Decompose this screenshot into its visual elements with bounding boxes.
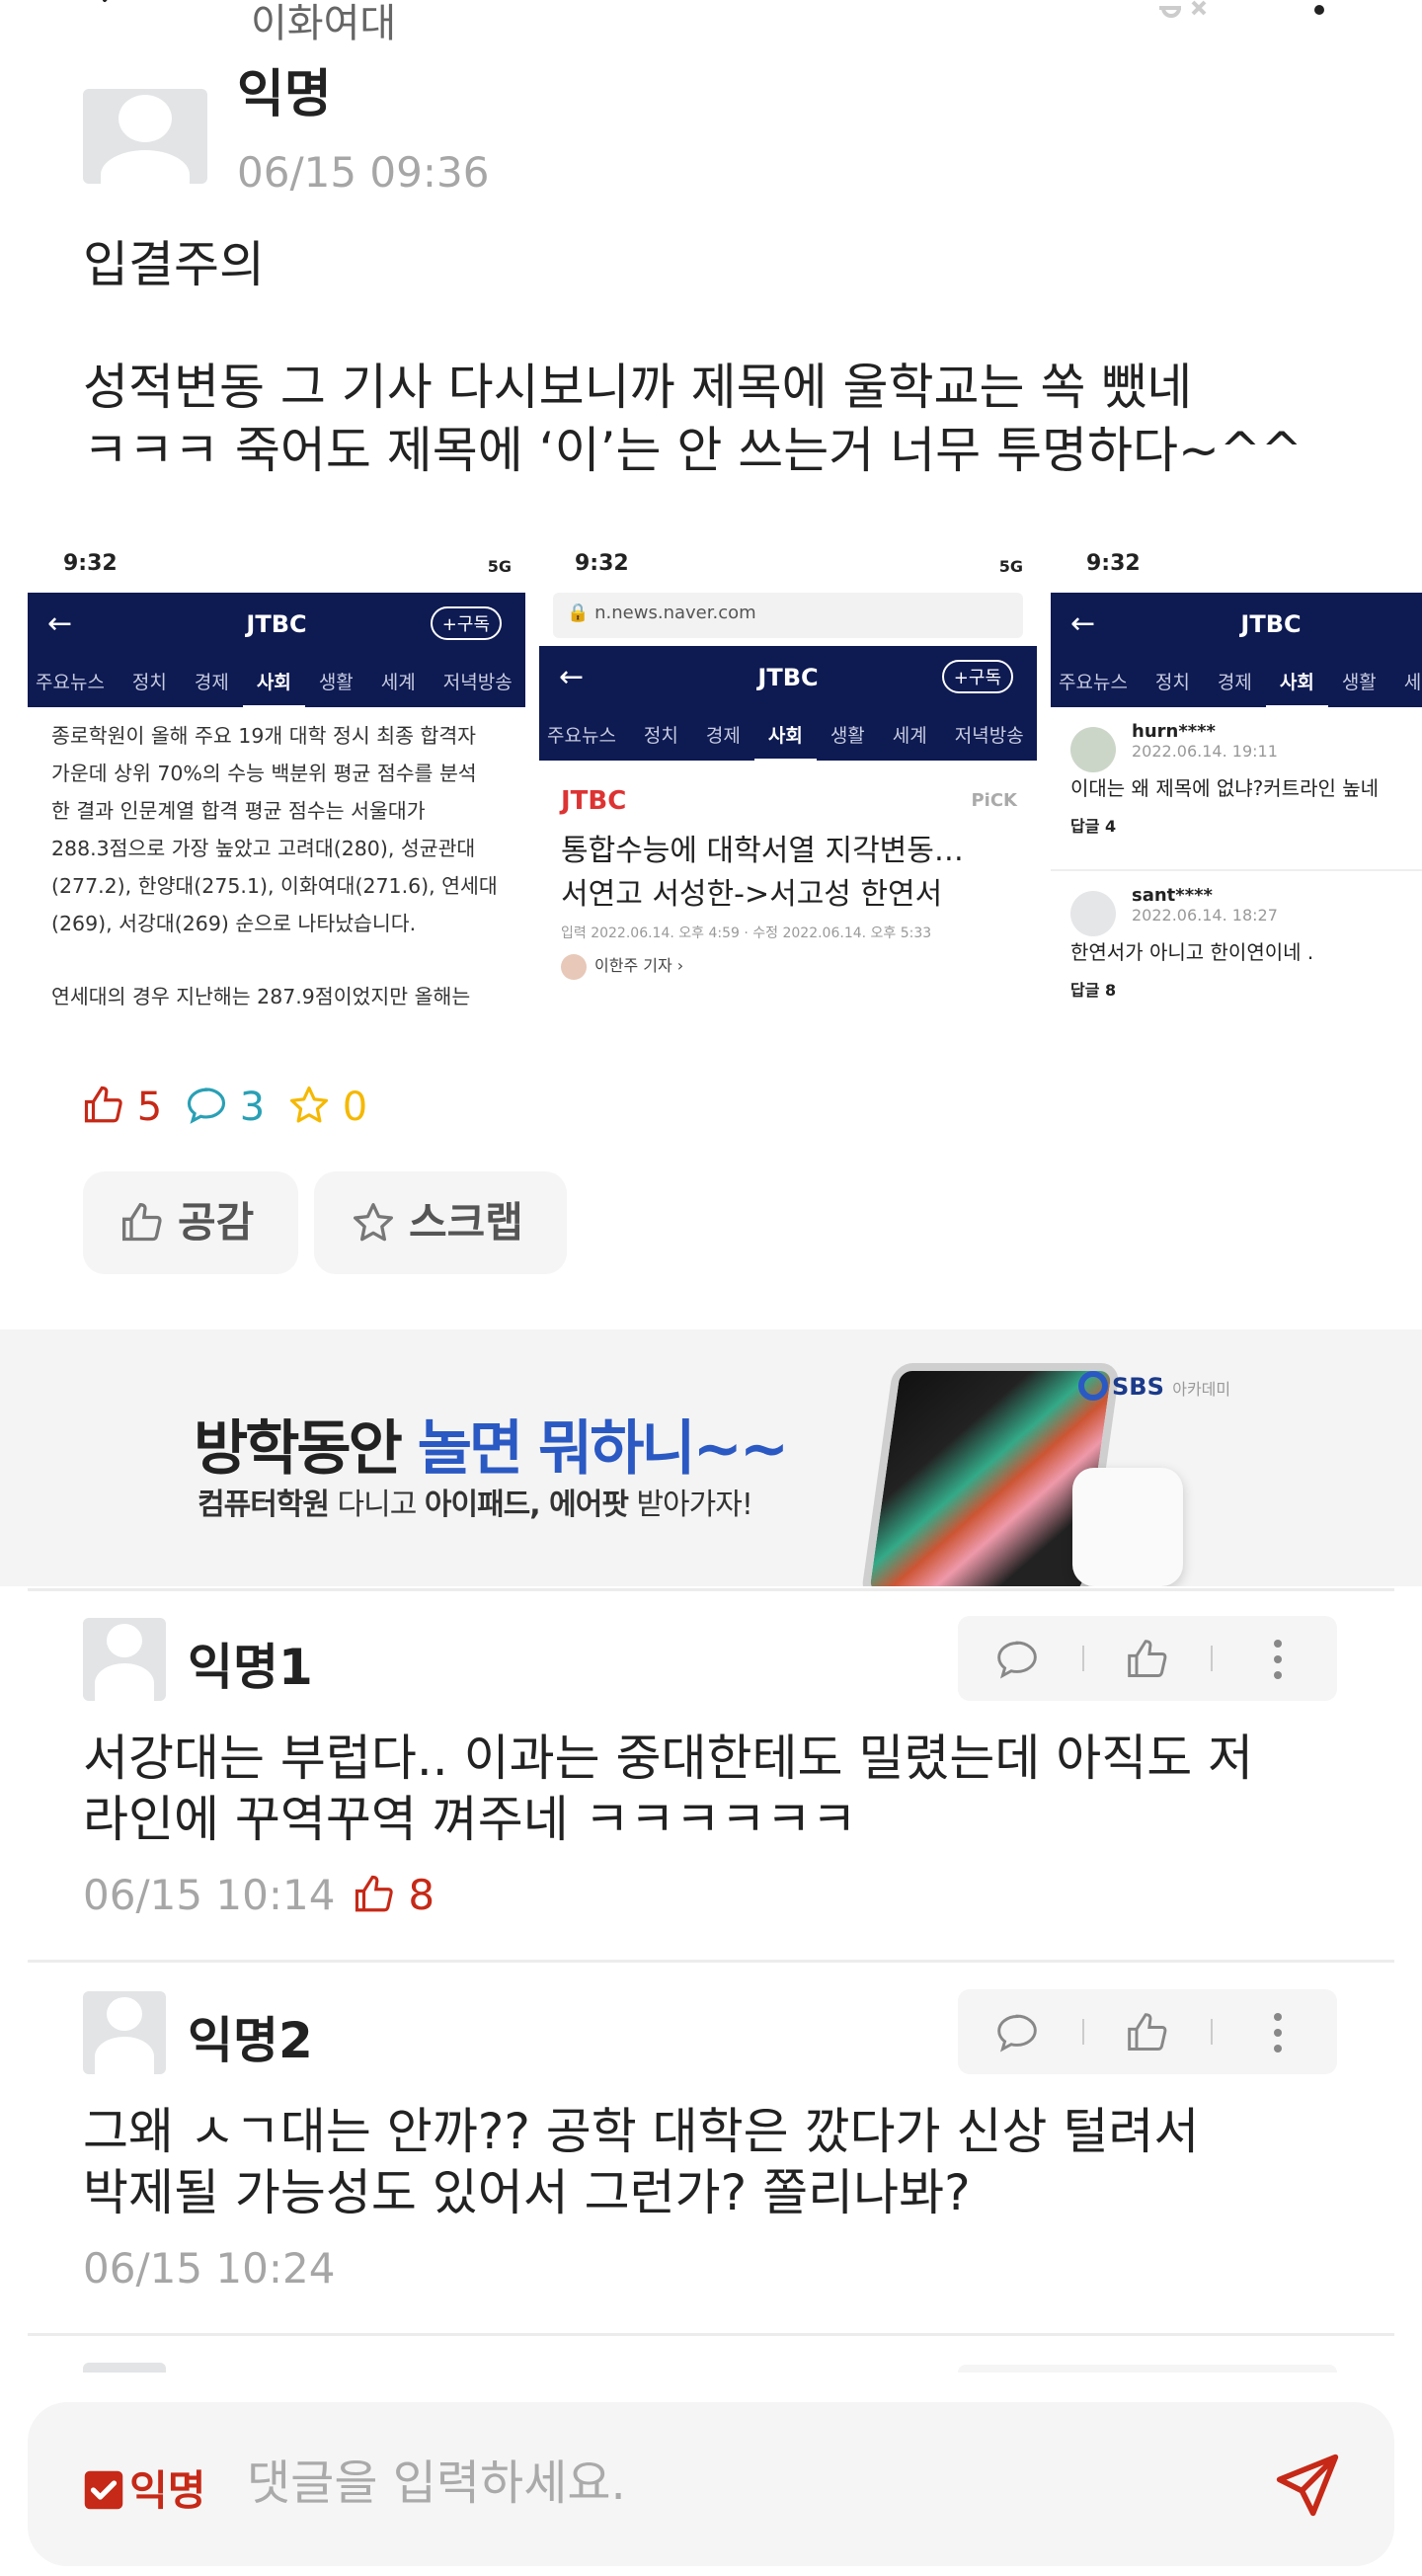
checkbox-checked-icon [84, 2470, 123, 2510]
top-bar: 이화여대 [0, 0, 1422, 89]
comment-like-count: 8 [354, 1871, 434, 1919]
more-vertical-icon[interactable] [1272, 1638, 1284, 1681]
post-author: 익명 [237, 65, 332, 124]
scrap-count: 0 [288, 1085, 367, 1130]
speech-bubble-icon [187, 1087, 226, 1124]
comment-avatar [83, 1618, 166, 1701]
post-title: 입결주의 [83, 236, 265, 293]
commenter-avatar [1070, 891, 1116, 936]
comment-text-line: 라인에 꾸역꾸역 껴주네 ㅋㅋㅋㅋㅋㅋ [83, 1791, 857, 1848]
back-arrow-icon[interactable] [91, 0, 132, 24]
anonymous-checkbox[interactable]: 익명 [83, 2457, 205, 2515]
like-count: 5 [83, 1085, 162, 1130]
star-icon [289, 1086, 329, 1123]
banner-subtext: 컴퓨터학원 다니고 아이패드, 에어팟 받아가자! [198, 1488, 753, 1522]
comment-text-line: 박제될 가능성도 있어서 그런가? 쫄리나봐? [83, 2164, 971, 2221]
news-comment: sant**** 2022.06.14. 18:27 한연서가 아니고 한이연이네… [1070, 885, 1314, 1000]
comment-author: 익명2 [188, 2012, 313, 2069]
comment-timestamp: 06/15 10:14 [83, 1871, 336, 1919]
thumbs-up-icon [84, 1086, 122, 1123]
comment-toolbar [958, 1989, 1337, 2074]
comment-toolbar [958, 1616, 1337, 1701]
article-text: 종로학원이 올해 주요 19개 대학 정시 최종 합격자 가운데 상위 70%의… [51, 724, 498, 1008]
post-body-line: ㅋㅋㅋ 죽어도 제목에 ‘이’는 안 쓰는거 너무 투명하다~^^ [83, 422, 1303, 479]
attached-image-2[interactable]: 9:325G 🔒 n.news.naver.com 39 ← JTBC +구독 … [539, 541, 1037, 1035]
more-vertical-icon[interactable] [1272, 2011, 1284, 2054]
comment-avatar [83, 1991, 166, 2074]
comment-avatar [83, 2363, 166, 2373]
banner-headline: 방학동안 놀면 뭐하니~~ [194, 1414, 789, 1484]
comment-composer: 익명 [28, 2402, 1394, 2566]
status-bar: 9:32 5G [575, 551, 1023, 576]
article-headline: 서연고 서성한->서고성 한연서 [561, 877, 943, 912]
author-avatar [83, 89, 207, 184]
post-timestamp: 06/15 09:36 [237, 148, 490, 197]
thumbs-up-icon[interactable] [1126, 1638, 1169, 1681]
news-comment: hurn**** 2022.06.14. 19:11 이대는 왜 제목에 없냐?커… [1051, 707, 1422, 871]
scrap-button[interactable]: 스크랩 [314, 1171, 567, 1274]
thumbs-up-icon [355, 1875, 393, 1912]
subscribe-badge: +구독 [941, 660, 1013, 693]
like-button[interactable]: 공감 [83, 1171, 298, 1274]
comment-timestamp: 06/15 10:24 [83, 2244, 336, 2293]
article-meta: 입력 2022.06.14. 오후 4:59 · 수정 2022.06.14. … [561, 926, 932, 941]
subscribe-badge: +구독 [430, 606, 502, 640]
lock-icon: 🔒 [567, 603, 595, 623]
sbs-logo: SBS 아카데미 [1078, 1371, 1230, 1401]
comment-count: 3 [186, 1085, 265, 1130]
news-tabs: 주요뉴스 정치 경제 사회 생활 세 [1051, 658, 1422, 707]
news-nav-bar: ← JTBC +구독 [28, 593, 525, 658]
attached-image-3[interactable]: 9:32 ← JTBC 주요뉴스 정치 경제 사회 생활 세 hurn**** 2022.0… [1051, 541, 1422, 1035]
thumbs-up-icon [122, 1203, 162, 1242]
reply-icon[interactable] [995, 1638, 1039, 1681]
attached-image-1[interactable]: 9:32 5G ← JTBC +구독 주요뉴스 정치 경제 사회 생활 세계 저녁방송 종로학… [28, 541, 525, 1035]
browser-url-bar: 🔒 n.news.naver.com 39 [553, 593, 1023, 638]
thumbs-up-icon[interactable] [1126, 2011, 1169, 2054]
commenter-avatar [1070, 727, 1116, 772]
reply-icon[interactable] [995, 2011, 1039, 2054]
status-bar: 9:32 5G [63, 551, 512, 576]
jtbc-logo: JTBC [561, 786, 627, 816]
status-bar: 9:32 [1086, 551, 1141, 576]
hide-notification-icon[interactable] [1153, 0, 1223, 28]
comment-input[interactable] [247, 2448, 1234, 2519]
ad-banner[interactable]: 방학동안 놀면 뭐하니~~ 컴퓨터학원 다니고 아이패드, 에어팟 받아가자! … [0, 1329, 1422, 1586]
news-nav-bar: ← JTBC +구독 [539, 646, 1037, 711]
reporter: 이한주 기자 › [561, 952, 1015, 980]
article-headline: 통합수능에 대학서열 지각변동… [561, 834, 964, 868]
more-menu-icon[interactable] [1313, 4, 1325, 16]
board-name[interactable]: 이화여대 [251, 0, 396, 47]
comment-toolbar [958, 2365, 1337, 2373]
post-body-line: 성적변동 그 기사 다시보니까 제목에 울학교는 쏙 뺐네 [83, 359, 1193, 416]
comment-author: 익명1 [188, 1639, 313, 1696]
pick-badge: PiCK [971, 790, 1017, 811]
star-icon [354, 1203, 393, 1242]
send-icon[interactable] [1274, 2452, 1341, 2519]
news-tabs: 주요뉴스 정치 경제 사회 생활 세계 저녁방송 [28, 658, 525, 707]
airpods-image [1072, 1468, 1183, 1586]
news-tabs: 주요뉴스 정치 경제 사회 생활 세계 저녁방송 [539, 711, 1037, 761]
news-nav-bar: ← JTBC [1051, 593, 1422, 658]
